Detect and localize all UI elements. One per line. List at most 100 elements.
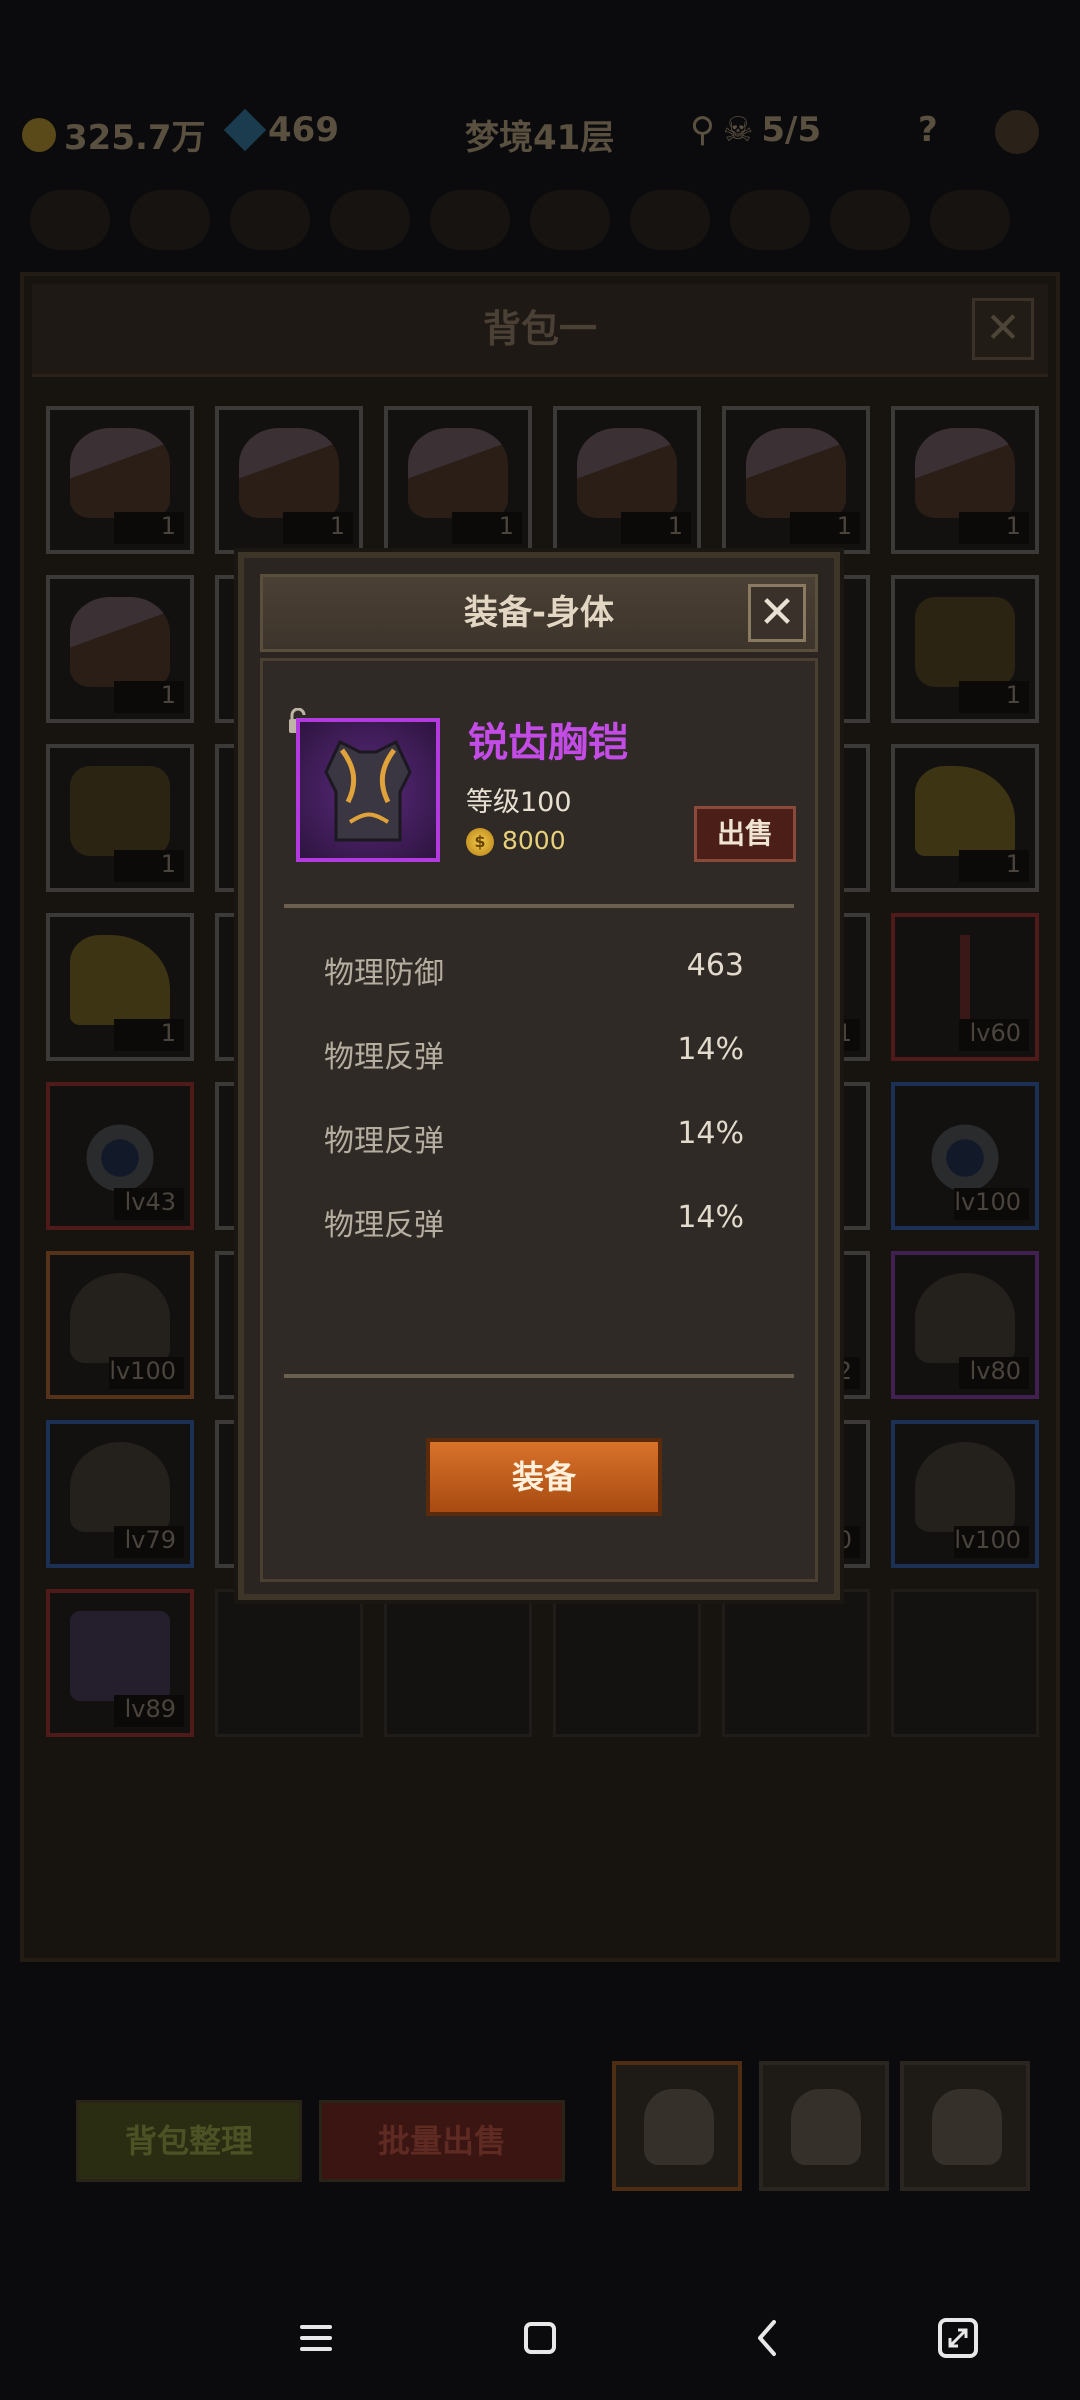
slot-count: 1 [114, 681, 184, 713]
cheese-icon [70, 935, 170, 1025]
stat-label: 物理防御 [324, 956, 444, 991]
slot-count: 1 [114, 1019, 184, 1051]
help-button[interactable]: ? [918, 110, 938, 150]
inventory-slot[interactable]: lv80 [891, 1251, 1039, 1399]
screen-rotate-icon[interactable] [934, 2314, 982, 2362]
skull-icon: ☠ [722, 110, 754, 150]
slot-count: 1 [790, 512, 860, 544]
gear-icon [995, 110, 1039, 154]
inventory-slot[interactable]: lv60 [891, 913, 1039, 1061]
settings-button[interactable] [995, 110, 1039, 154]
backpack-title: 背包一 [32, 284, 1048, 377]
helm-icon [70, 1273, 170, 1363]
skill-slot [530, 190, 610, 250]
cake-icon [915, 428, 1015, 518]
slot-count: 1 [283, 512, 353, 544]
sell-button[interactable]: 出售 [694, 806, 796, 862]
helm-icon [70, 1442, 170, 1532]
back-icon[interactable] [744, 2314, 792, 2362]
cheese-icon [915, 766, 1015, 856]
skill-slot [430, 190, 510, 250]
batch-sell-button[interactable]: 批量出售 [319, 2100, 565, 2182]
backpack-tab-1[interactable] [612, 2061, 742, 2191]
cake-icon [577, 428, 677, 518]
item-icon-frame [296, 718, 440, 862]
inventory-slot[interactable]: lv100 [46, 1251, 194, 1399]
helm-icon [915, 1273, 1015, 1363]
cake-icon [70, 597, 170, 687]
slot-count: 1 [959, 681, 1029, 713]
empty-inventory-slot[interactable] [722, 1589, 870, 1737]
stat-value: 14% [677, 1200, 744, 1235]
stat-row: 物理反弹 14% [324, 1200, 744, 1250]
home-icon[interactable] [516, 2314, 564, 2362]
inventory-slot[interactable]: 1 [891, 575, 1039, 723]
dialog-close-button[interactable]: ✕ [748, 584, 806, 642]
cake-icon [746, 428, 846, 518]
helm-icon [915, 1442, 1015, 1532]
empty-inventory-slot[interactable] [553, 1589, 701, 1737]
inventory-slot[interactable]: lv89 [46, 1589, 194, 1737]
stat-value: 463 [686, 948, 744, 983]
inventory-slot[interactable]: lv100 [891, 1082, 1039, 1230]
backpack-close-button[interactable]: ✕ [972, 298, 1034, 360]
inventory-slot[interactable]: 1 [384, 406, 532, 554]
inventory-slot[interactable]: 1 [891, 744, 1039, 892]
trident-icon [915, 935, 1015, 1025]
dialog-title: 装备-身体 [260, 574, 818, 652]
slot-count: lv79 [114, 1526, 184, 1558]
help-icon: ? [918, 110, 938, 150]
gold-coin-icon [22, 117, 56, 152]
inventory-slot[interactable]: lv79 [46, 1420, 194, 1568]
gold-amount: 325.7万 [64, 118, 206, 158]
empty-inventory-slot[interactable] [891, 1589, 1039, 1737]
backpack-icon [932, 2089, 1002, 2165]
empty-inventory-slot[interactable] [384, 1589, 532, 1737]
skill-slot [330, 190, 410, 250]
inventory-slot[interactable]: lv43 [46, 1082, 194, 1230]
slot-count: 1 [114, 512, 184, 544]
cake-icon [70, 428, 170, 518]
skill-slot [630, 190, 710, 250]
equip-button[interactable]: 装备 [426, 1438, 662, 1516]
inventory-slot[interactable]: 1 [46, 575, 194, 723]
item-name: 锐齿胸铠 [468, 720, 628, 766]
stage-text: 梦境41层 [465, 118, 615, 158]
slot-count: 1 [621, 512, 691, 544]
backpack-tab-3[interactable] [900, 2061, 1030, 2191]
slot-count: lv89 [114, 1695, 184, 1727]
slot-count: 1 [452, 512, 522, 544]
inventory-slot[interactable]: 1 [891, 406, 1039, 554]
stage-label: 梦境41层 [465, 110, 614, 159]
stat-label: 物理反弹 [324, 1124, 444, 1159]
skill-slot [930, 190, 1010, 250]
stat-row: 物理防御 463 [324, 948, 744, 998]
inventory-slot[interactable]: 1 [722, 406, 870, 554]
skill-bar [30, 190, 1050, 260]
equipment-dialog: 装备-身体 ✕ 锐齿胸铠 等级100 $ 8000 出售 物理防御 463 物理… [238, 552, 840, 1600]
inventory-slot[interactable]: lv100 [891, 1420, 1039, 1568]
backpack-tab-2[interactable] [759, 2061, 889, 2191]
slot-count: lv100 [109, 1357, 184, 1389]
stat-row: 物理反弹 14% [324, 1032, 744, 1082]
gem-icon [223, 108, 267, 152]
inventory-slot[interactable]: 1 [46, 406, 194, 554]
key-icon: ⚲ [690, 110, 715, 150]
menu-icon[interactable] [292, 2314, 340, 2362]
inventory-slot[interactable]: 1 [215, 406, 363, 554]
inventory-slot[interactable]: 1 [46, 744, 194, 892]
skill-slot [830, 190, 910, 250]
slot-count: 1 [114, 850, 184, 882]
skill-slot [130, 190, 210, 250]
divider [284, 904, 794, 908]
sort-backpack-button[interactable]: 背包整理 [76, 2100, 302, 2182]
empty-inventory-slot[interactable] [215, 1589, 363, 1737]
divider [284, 1374, 794, 1378]
inventory-slot[interactable]: 1 [46, 913, 194, 1061]
stat-value: 14% [677, 1032, 744, 1067]
ring-icon [915, 1104, 1015, 1194]
backpack-icon [791, 2089, 861, 2165]
cake-icon [239, 428, 339, 518]
inventory-slot[interactable]: 1 [553, 406, 701, 554]
slot-count: lv80 [959, 1357, 1029, 1389]
